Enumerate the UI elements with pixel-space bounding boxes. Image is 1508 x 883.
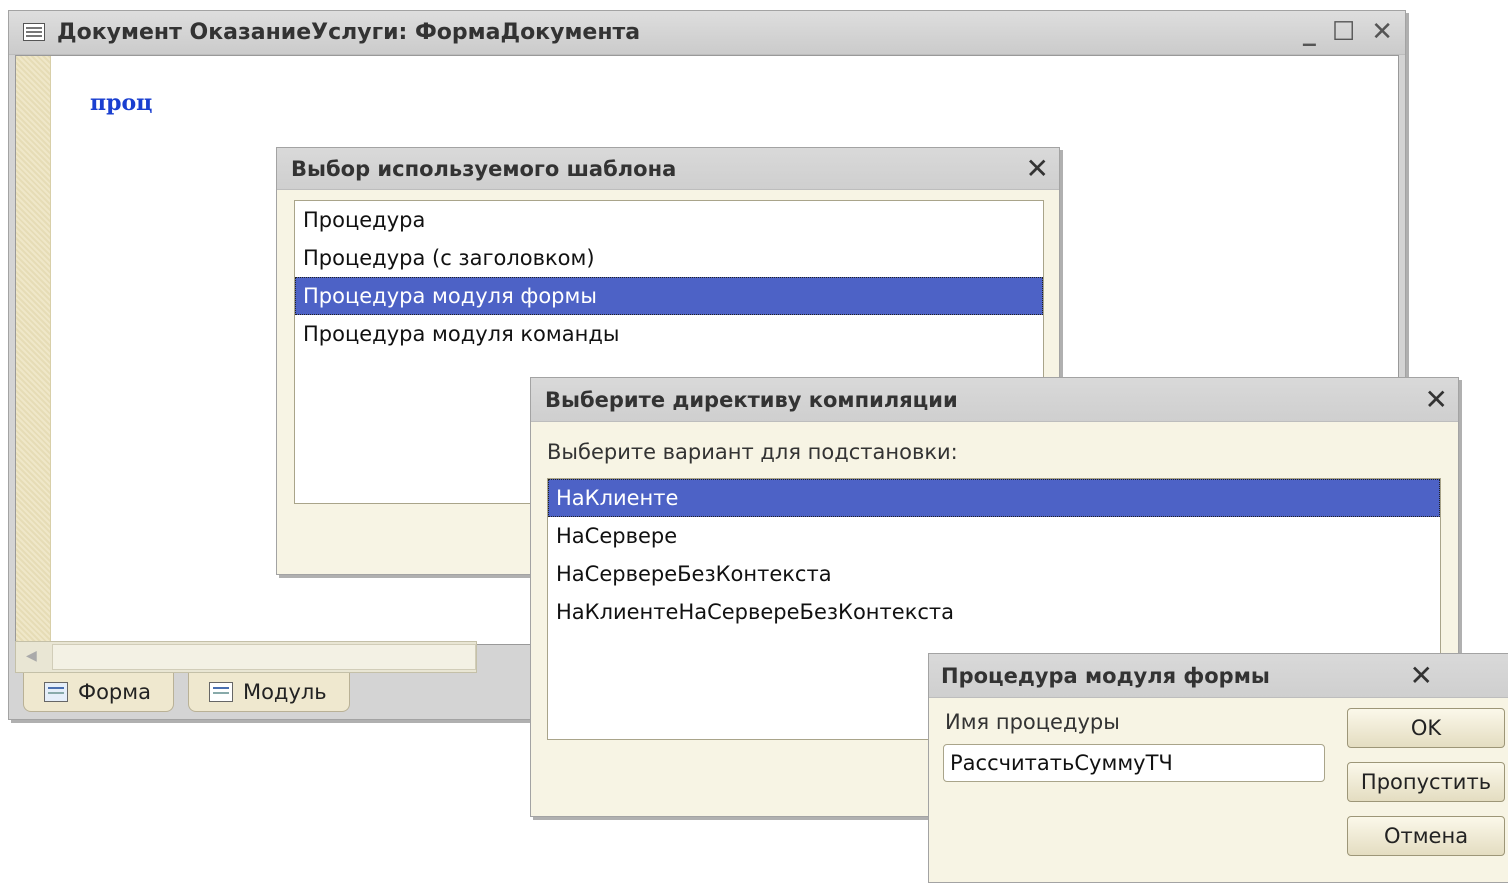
main-titlebar[interactable]: Документ ОказаниеУслуги: ФормаДокумента … <box>9 11 1405 55</box>
list-item[interactable]: НаКлиенте <box>548 479 1440 517</box>
list-item[interactable]: Процедура (с заголовком) <box>295 239 1043 277</box>
procedure-dialog: Процедура модуля формы ✕ Имя процедуры O… <box>928 653 1508 883</box>
list-item[interactable]: НаКлиентеНаСервереБезКонтекста <box>548 593 1440 631</box>
close-icon[interactable]: ✕ <box>1026 154 1049 183</box>
procedure-name-label: Имя процедуры <box>945 710 1120 734</box>
template-dialog-titlebar[interactable]: Выбор используемого шаблона ✕ <box>277 148 1059 190</box>
code-text: проц <box>90 90 153 116</box>
tab-form-label: Форма <box>78 680 151 704</box>
tab-form[interactable]: Форма <box>23 673 174 712</box>
form-icon <box>44 682 68 702</box>
list-item[interactable]: Процедура модуля команды <box>295 315 1043 353</box>
main-window-title: Документ ОказаниеУслуги: ФормаДокумента <box>57 20 641 45</box>
horizontal-scrollbar[interactable]: ◀ <box>15 641 477 673</box>
minimize-icon[interactable]: _ <box>1303 17 1316 47</box>
procedure-name-input[interactable] <box>943 744 1325 782</box>
editor-tabs: Форма Модуль <box>23 673 350 712</box>
close-icon[interactable]: ✕ <box>1425 385 1448 414</box>
close-icon[interactable]: ✕ <box>1371 17 1393 47</box>
document-icon <box>23 23 45 41</box>
tab-module-label: Модуль <box>242 680 327 704</box>
window-controls: _ ☐ ✕ <box>1303 17 1393 47</box>
skip-button[interactable]: Пропустить <box>1347 762 1505 802</box>
tab-module[interactable]: Модуль <box>187 673 350 712</box>
module-icon <box>208 682 233 702</box>
ok-button[interactable]: OK <box>1347 708 1505 748</box>
procedure-dialog-title: Процедура модуля формы <box>941 663 1270 688</box>
cancel-button[interactable]: Отмена <box>1347 816 1505 856</box>
directive-dialog-titlebar[interactable]: Выберите директиву компиляции ✕ <box>531 378 1458 422</box>
editor-gutter <box>16 56 51 644</box>
scroll-left-icon[interactable]: ◀ <box>26 648 37 664</box>
list-item[interactable]: НаСервере <box>548 517 1440 555</box>
close-icon[interactable]: ✕ <box>1410 661 1433 690</box>
directive-prompt: Выберите вариант для подстановки: <box>547 440 958 464</box>
directive-dialog-title: Выберите директиву компиляции <box>545 387 958 412</box>
procedure-dialog-titlebar[interactable]: Процедура модуля формы ✕ <box>929 654 1508 698</box>
template-dialog-title: Выбор используемого шаблона <box>291 156 677 181</box>
list-item[interactable]: НаСервереБезКонтекста <box>548 555 1440 593</box>
maximize-icon[interactable]: ☐ <box>1332 17 1355 47</box>
list-item[interactable]: Процедура модуля формы <box>295 277 1043 315</box>
list-item[interactable]: Процедура <box>295 201 1043 239</box>
scrollbar-thumb[interactable] <box>52 644 476 670</box>
